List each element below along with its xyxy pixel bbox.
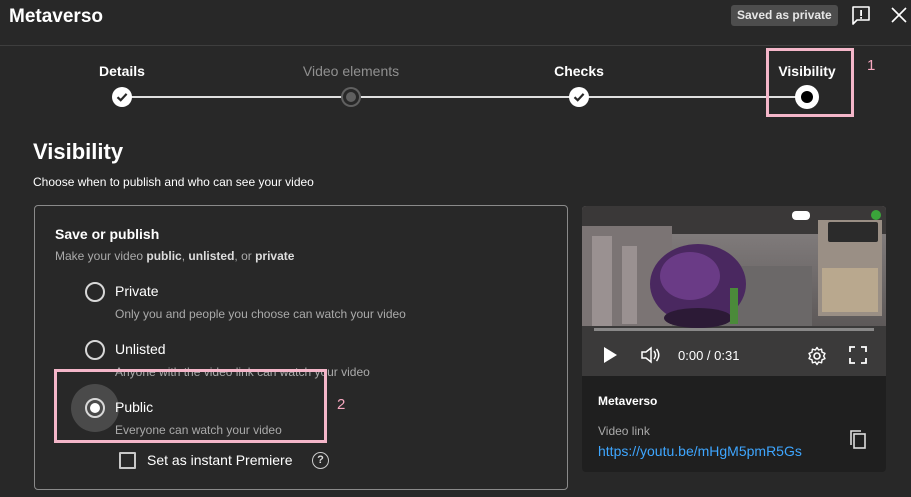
save-or-publish-title: Save or publish — [55, 226, 160, 242]
step-checks-label[interactable]: Checks — [554, 63, 604, 79]
private-option-description: Only you and people you choose can watch… — [115, 307, 406, 321]
save-or-publish-card: Save or publish Make your video public, … — [34, 205, 568, 490]
visibility-heading: Visibility — [33, 139, 124, 164]
page-title: Metaverso — [9, 6, 103, 27]
annotation-box-2 — [54, 369, 327, 443]
step-checks-check-icon[interactable] — [569, 87, 589, 107]
close-icon[interactable] — [890, 6, 908, 24]
save-or-publish-description: Make your video public, unlisted, or pri… — [55, 249, 295, 263]
stepper-line — [122, 96, 808, 98]
saved-status-badge: Saved as private — [731, 5, 838, 26]
copy-icon[interactable] — [848, 429, 868, 451]
video-preview-card: 0:00 / 0:31 Metaverso Video link https:/… — [582, 206, 886, 472]
video-link[interactable]: https://youtu.be/mHgM5pmR5Gs — [598, 443, 802, 459]
private-option-label[interactable]: Private — [115, 283, 159, 299]
annotation-number-1: 1 — [867, 57, 876, 74]
video-link-label: Video link — [598, 424, 650, 438]
unlisted-radio[interactable] — [85, 340, 105, 360]
video-player[interactable]: 0:00 / 0:31 — [582, 206, 886, 376]
fullscreen-icon[interactable] — [849, 346, 867, 364]
visibility-subheading: Choose when to publish and who can see y… — [33, 175, 314, 189]
annotation-box-1 — [766, 48, 854, 117]
volume-icon[interactable] — [640, 346, 662, 364]
video-time: 0:00 / 0:31 — [678, 348, 740, 363]
instant-premiere-label[interactable]: Set as instant Premiere — [147, 452, 293, 468]
help-icon[interactable]: ? — [312, 452, 329, 469]
step-details-check-icon[interactable] — [112, 87, 132, 107]
unlisted-option-label[interactable]: Unlisted — [115, 341, 166, 357]
play-icon[interactable] — [602, 346, 618, 364]
private-radio[interactable] — [85, 282, 105, 302]
step-video-elements-dot[interactable] — [343, 89, 359, 105]
step-details-label[interactable]: Details — [99, 63, 145, 79]
step-video-elements-label[interactable]: Video elements — [303, 63, 399, 79]
instant-premiere-checkbox[interactable] — [119, 452, 136, 469]
top-bar: Metaverso Saved as private — [0, 0, 911, 46]
report-feedback-icon[interactable] — [851, 5, 871, 27]
video-progress-bar[interactable] — [594, 328, 874, 331]
settings-gear-icon[interactable] — [807, 346, 827, 366]
preview-video-title: Metaverso — [598, 394, 658, 408]
annotation-number-2: 2 — [337, 396, 346, 413]
